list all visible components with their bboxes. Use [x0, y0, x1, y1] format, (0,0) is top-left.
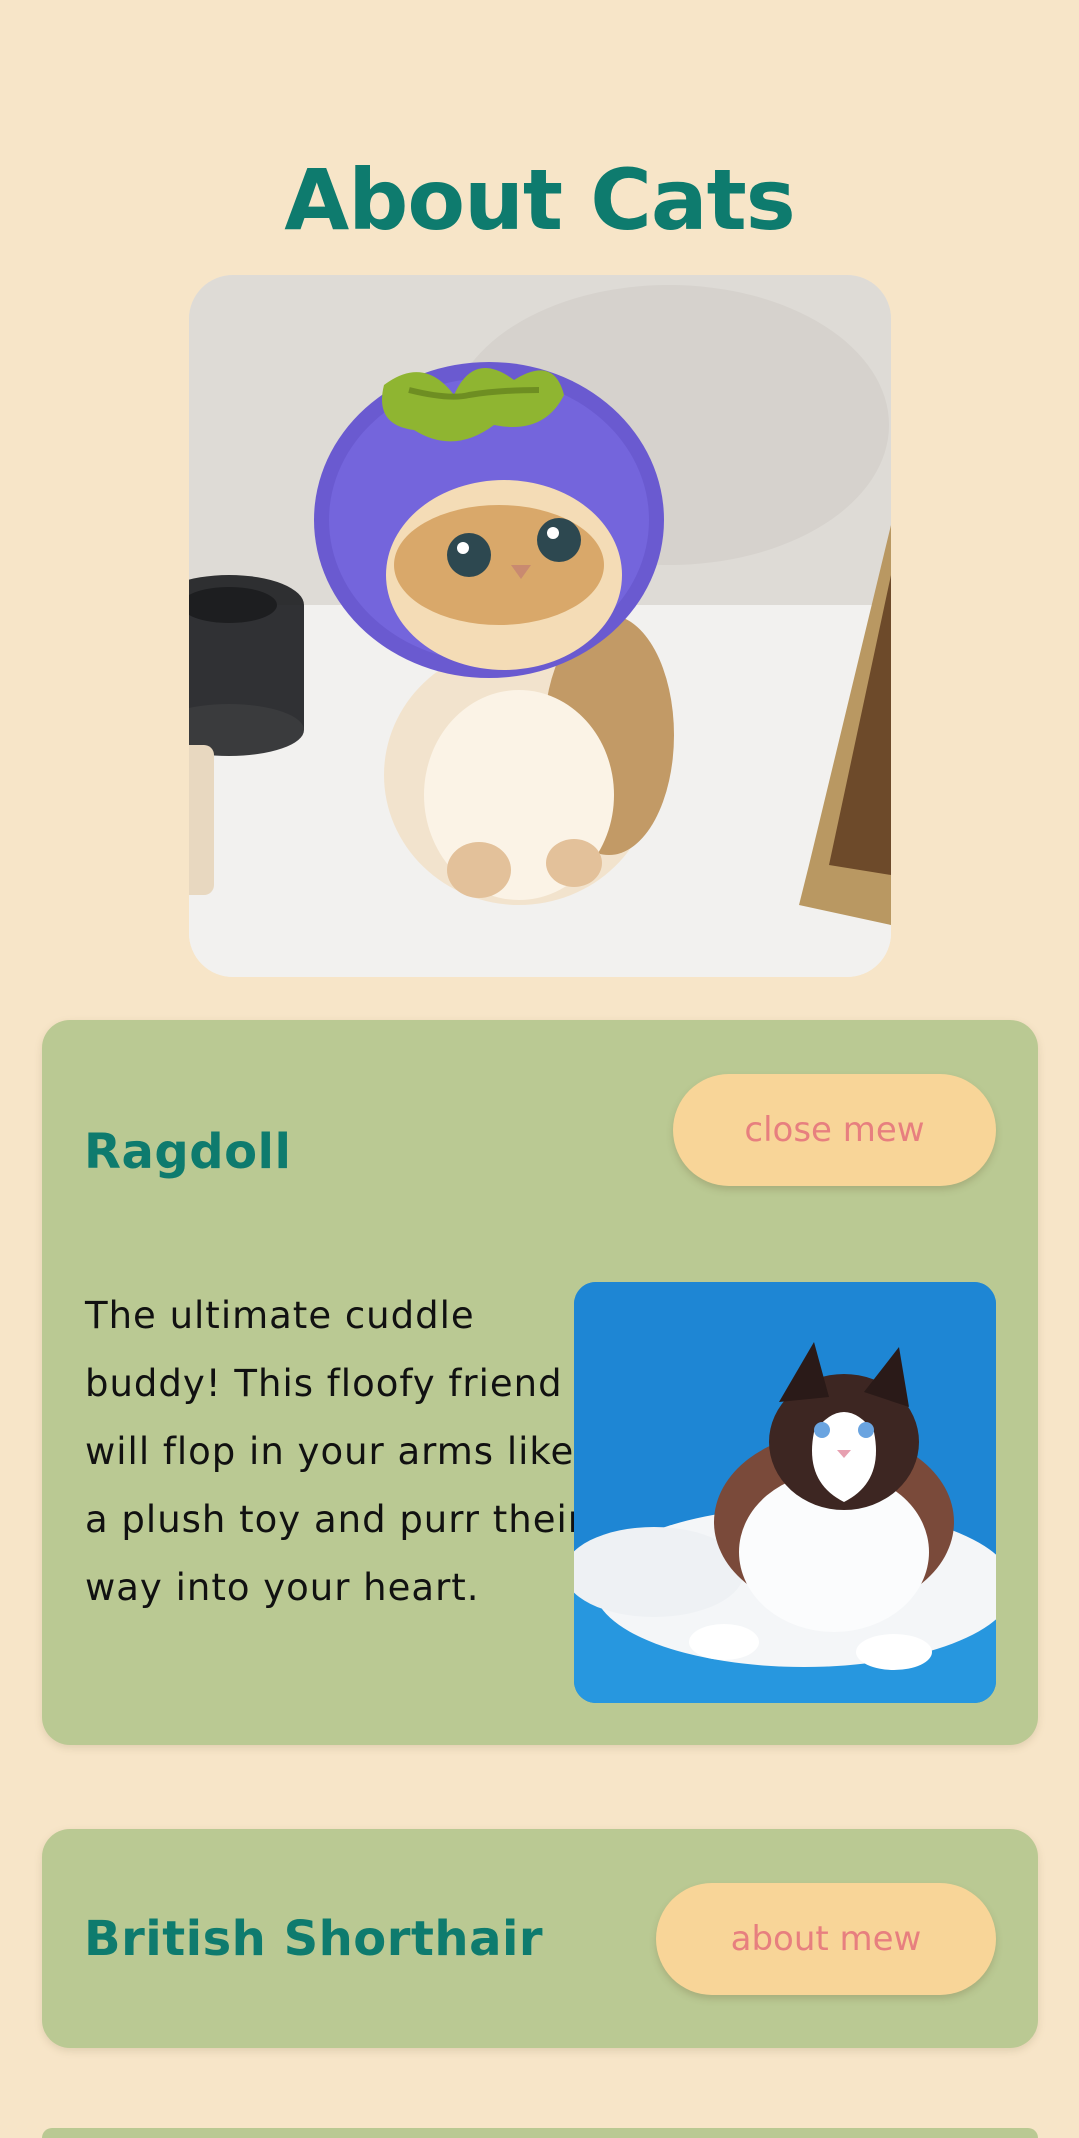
hero-cat-image — [189, 275, 891, 977]
card-title-british-shorthair: British Shorthair — [84, 1911, 544, 1967]
close-mew-button[interactable]: close mew — [673, 1074, 996, 1186]
cat-photo-icon — [189, 275, 891, 977]
ragdoll-cat-icon — [574, 1282, 996, 1703]
about-mew-button[interactable]: about mew — [656, 1883, 996, 1995]
next-card-edge — [42, 2128, 1038, 2138]
card-title-ragdoll: Ragdoll — [84, 1124, 292, 1180]
page-title: About Cats — [284, 151, 796, 249]
card-description-ragdoll: The ultimate cuddle buddy! This floofy f… — [85, 1294, 584, 1609]
breed-card-ragdoll: Ragdoll close mew The ultimate cuddle bu… — [42, 1020, 1038, 1745]
breed-card-british-shorthair: British Shorthair about mew — [42, 1829, 1038, 2048]
ragdoll-image — [574, 1282, 996, 1703]
